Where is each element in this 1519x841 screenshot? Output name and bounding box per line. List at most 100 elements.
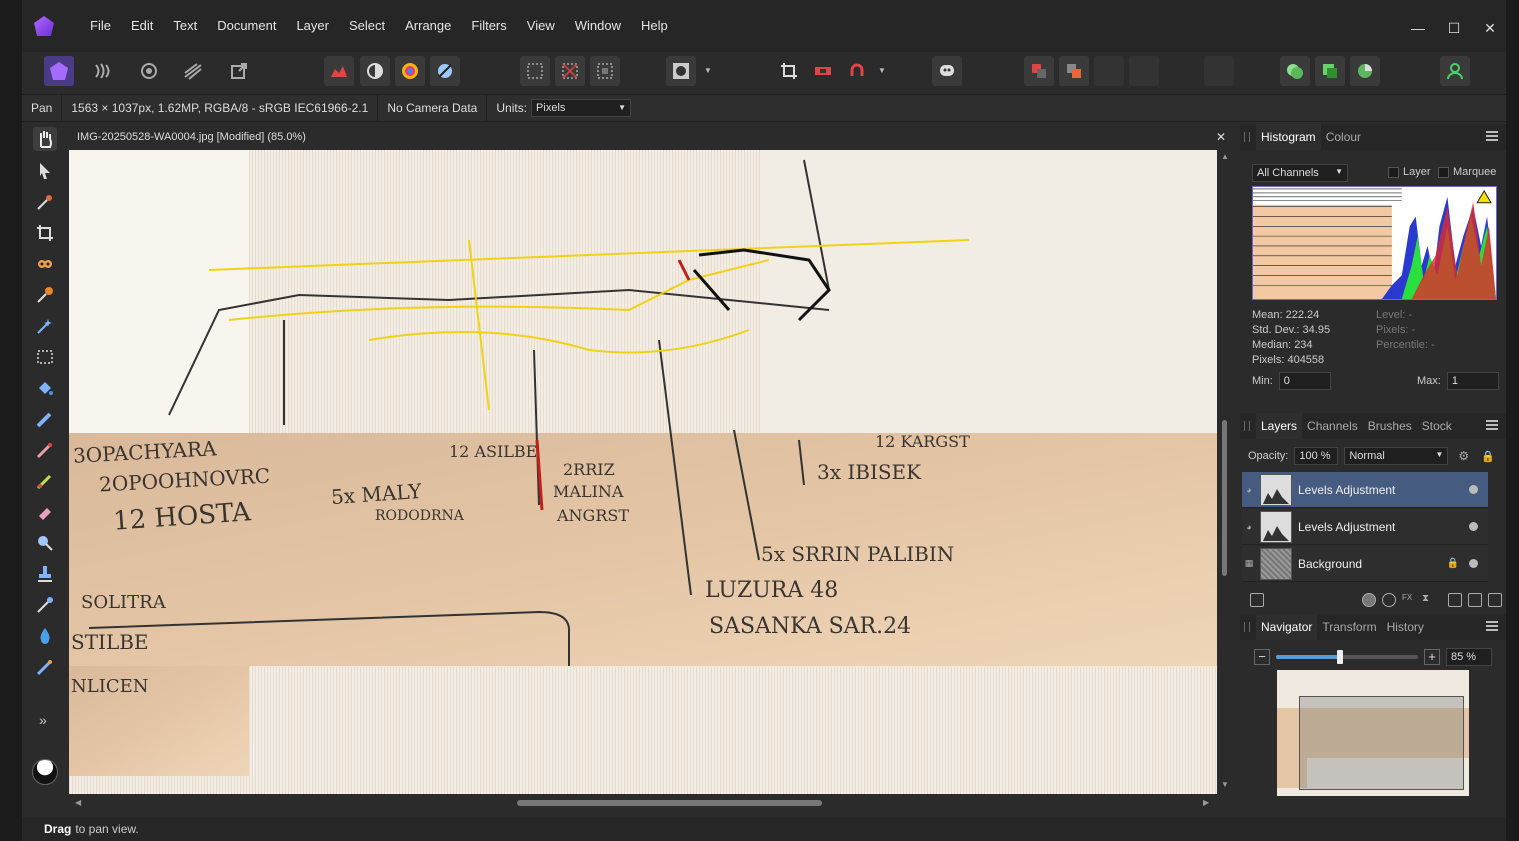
blur-brush-icon[interactable] (33, 624, 57, 648)
paint-brush-icon[interactable] (33, 407, 57, 431)
zoom-slider-handle[interactable] (1336, 650, 1343, 664)
layer-visible-dot[interactable] (1469, 485, 1478, 494)
clone-stamp-icon[interactable] (33, 562, 57, 586)
tab-channels[interactable]: Channels (1302, 413, 1363, 439)
panel-grip-icon[interactable] (1244, 132, 1250, 142)
marquee-icon[interactable] (520, 56, 550, 86)
layer-row[interactable]: ▦ Background 🔒 (1242, 546, 1488, 582)
liquify-persona-icon[interactable] (88, 56, 118, 86)
tab-brushes[interactable]: Brushes (1363, 413, 1417, 439)
smudge-icon[interactable] (33, 593, 57, 617)
zoom-input[interactable]: 85 % (1446, 648, 1492, 666)
app-logo-icon[interactable] (34, 16, 54, 36)
layer-visibility-icon[interactable]: ◕ (1242, 522, 1256, 532)
menu-help[interactable]: Help (631, 0, 678, 52)
panel-grip-icon[interactable] (1244, 421, 1250, 431)
deselect-icon[interactable] (555, 56, 585, 86)
export-persona-icon[interactable] (224, 56, 254, 86)
panel-menu-icon[interactable] (1486, 420, 1498, 430)
levels-icon[interactable] (324, 56, 354, 86)
lock-icon[interactable]: 🔒 (1481, 450, 1495, 463)
new-pixel-layer-icon[interactable] (1468, 593, 1482, 607)
user-account-icon[interactable] (1440, 56, 1470, 86)
lock-icon[interactable]: 🔒 (1447, 558, 1459, 569)
red-eye-icon[interactable] (33, 252, 57, 276)
panel-grip-icon[interactable] (1244, 622, 1250, 632)
snapping-dropdown-icon[interactable]: ▼ (878, 66, 886, 76)
flood-fill-icon[interactable] (33, 376, 57, 400)
max-input[interactable]: 1 (1446, 372, 1499, 390)
eraser-icon[interactable] (33, 500, 57, 524)
opacity-input[interactable]: 100 % (1294, 447, 1339, 465)
tab-histogram[interactable]: Histogram (1256, 124, 1321, 150)
hand-tool-icon[interactable] (33, 127, 57, 151)
boolean-add-icon[interactable] (1280, 56, 1310, 86)
invert-selection-icon[interactable] (590, 56, 620, 86)
arrange-back-icon[interactable] (1024, 56, 1054, 86)
selection-brush-icon[interactable] (33, 283, 57, 307)
menu-arrange[interactable]: Arrange (395, 0, 461, 52)
menu-file[interactable]: File (80, 0, 121, 52)
layer-checkbox[interactable]: Layer (1388, 166, 1431, 178)
zoom-out-button[interactable]: − (1254, 649, 1270, 665)
blend-mode-dropdown[interactable]: Normal ▼ (1344, 447, 1449, 465)
menu-select[interactable]: Select (339, 0, 395, 52)
navigator-preview[interactable] (1277, 670, 1469, 796)
layer-row[interactable]: ◕ Levels Adjustment (1242, 509, 1488, 545)
tab-stock[interactable]: Stock (1417, 413, 1457, 439)
quick-mask-dropdown-icon[interactable]: ▼ (704, 66, 712, 76)
live-filter-icon[interactable]: ⧗ (1422, 593, 1436, 607)
menu-view[interactable]: View (517, 0, 565, 52)
layer-visible-dot[interactable] (1469, 522, 1478, 531)
flood-select-icon[interactable] (33, 314, 57, 338)
mask-layer-icon[interactable] (1362, 593, 1376, 607)
boolean-intersect-icon[interactable] (1350, 56, 1380, 86)
scroll-down-icon[interactable]: ▼ (1221, 780, 1229, 789)
layer-visibility-icon[interactable]: ◕ (1242, 485, 1256, 495)
tab-transform[interactable]: Transform (1317, 614, 1381, 640)
viewport-rectangle[interactable] (1299, 696, 1464, 790)
crop-tool-icon[interactable] (774, 56, 804, 86)
zoom-slider[interactable] (1276, 650, 1418, 664)
scroll-left-icon[interactable]: ◀ (75, 798, 81, 807)
quick-mask-icon[interactable] (666, 56, 696, 86)
layer-row[interactable]: ◕ Levels Adjustment (1242, 472, 1488, 508)
colour-swatch[interactable] (32, 759, 58, 785)
marquee-checkbox[interactable]: Marquee (1438, 166, 1496, 178)
horizontal-scrollbar[interactable]: ◀ ▶ (69, 795, 1217, 809)
colour-replacement-icon[interactable] (33, 469, 57, 493)
gear-icon[interactable]: ⚙ (1458, 449, 1469, 463)
scroll-up-icon[interactable]: ▲ (1221, 152, 1229, 161)
horizontal-scroll-thumb[interactable] (517, 800, 822, 806)
close-document-icon[interactable]: ✕ (1216, 130, 1226, 144)
tab-navigator[interactable]: Navigator (1256, 614, 1318, 640)
dodge-icon[interactable] (33, 531, 57, 555)
expand-tools-icon[interactable]: » (39, 712, 47, 728)
tone-mapping-persona-icon[interactable] (178, 56, 208, 86)
develop-persona-icon[interactable] (134, 56, 164, 86)
delete-layer-icon[interactable] (1488, 593, 1502, 607)
auto-contrast-icon[interactable] (360, 56, 390, 86)
panel-menu-icon[interactable] (1486, 621, 1498, 631)
crop-icon[interactable] (33, 221, 57, 245)
assistant-icon[interactable] (932, 56, 962, 86)
close-window-button[interactable]: ✕ (1482, 20, 1498, 37)
min-input[interactable]: 0 (1278, 372, 1331, 390)
layer-visibility-icon[interactable]: ▦ (1242, 558, 1256, 569)
colour-picker-icon[interactable] (33, 190, 57, 214)
scroll-right-icon[interactable]: ▶ (1203, 798, 1209, 807)
vertical-scrollbar[interactable]: ▲ ▼ (1219, 150, 1231, 794)
tab-colour[interactable]: Colour (1321, 124, 1366, 150)
menu-window[interactable]: Window (565, 0, 631, 52)
camera-data[interactable]: No Camera Data (378, 95, 488, 121)
canvas[interactable]: 3OPACHYARA 2OPOOHNOVRC 12 HOSTA 5x MALY … (69, 150, 1217, 794)
auto-colour-icon[interactable] (395, 56, 425, 86)
adjustment-layer-icon[interactable] (1382, 593, 1396, 607)
minimize-button[interactable]: — (1410, 20, 1426, 37)
menu-layer[interactable]: Layer (286, 0, 339, 52)
channel-dropdown[interactable]: All Channels ▼ (1252, 164, 1348, 182)
layer-mask-icon[interactable] (1250, 593, 1264, 607)
photo-persona-icon[interactable] (44, 56, 74, 86)
refine-selection-icon[interactable] (808, 56, 838, 86)
new-group-icon[interactable] (1448, 593, 1462, 607)
